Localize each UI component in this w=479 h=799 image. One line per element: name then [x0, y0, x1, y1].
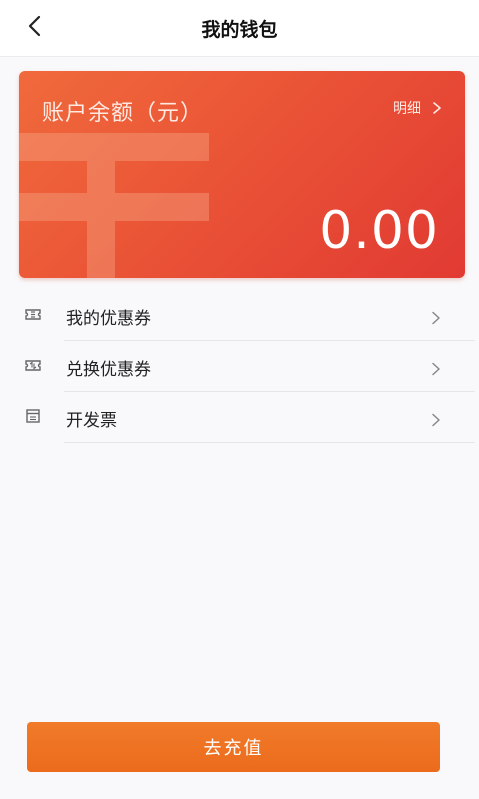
balance-amount: 0.00 [319, 201, 439, 261]
balance-card: 账户余额（元） 明细 0.00 [19, 71, 465, 278]
menu-item-invoice[interactable]: 开发票 [0, 392, 479, 443]
detail-link[interactable]: 明细 [393, 98, 443, 118]
chevron-right-icon [432, 311, 440, 325]
menu-item-label: 我的优惠券 [66, 309, 151, 329]
top-nav-bar: 我的钱包 [0, 0, 479, 56]
yuan-symbol-icon [19, 133, 209, 278]
chevron-right-icon [432, 362, 440, 376]
wallet-menu-list: 我的优惠券 兑换优惠券 开发票 [0, 290, 479, 443]
detail-label: 明细 [393, 101, 421, 117]
chevron-right-icon [432, 413, 440, 427]
menu-item-label: 开发票 [66, 411, 117, 431]
invoice-icon [26, 409, 40, 423]
exchange-coupon-icon [25, 360, 41, 371]
divider [64, 442, 475, 443]
menu-item-label: 兑换优惠券 [66, 360, 151, 380]
recharge-button[interactable]: 去充值 [27, 722, 440, 772]
menu-item-my-coupons[interactable]: 我的优惠券 [0, 290, 479, 341]
menu-item-redeem-coupon[interactable]: 兑换优惠券 [0, 341, 479, 392]
chevron-right-icon [433, 102, 441, 114]
balance-label: 账户余额（元） [42, 101, 204, 126]
page-title: 我的钱包 [201, 19, 278, 41]
coupon-icon [25, 309, 41, 320]
